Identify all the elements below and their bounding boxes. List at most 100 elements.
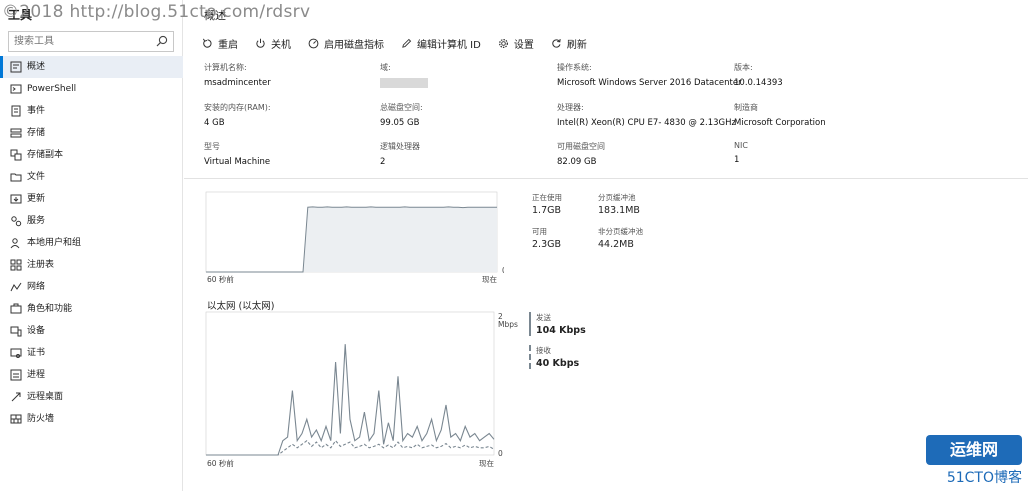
sidebar-item-storage[interactable]: 存储 — [0, 122, 183, 144]
prop-value: 10.0.14393 — [734, 78, 783, 88]
sidebar-item-devices[interactable]: 设备 — [0, 320, 183, 342]
prop-disk: 总磁盘空间: 99.05 GB — [380, 102, 423, 128]
sidebar-item-folder[interactable]: 文件 — [0, 166, 183, 188]
storage-icon — [10, 128, 22, 138]
sidebar-item-firewall[interactable]: 防火墙 — [0, 408, 183, 430]
prop-value: Microsoft Corporation — [734, 118, 826, 128]
stat-send: 发送 104 Kbps — [529, 312, 586, 336]
network-icon — [10, 282, 22, 292]
prop-value: 99.05 GB — [380, 118, 420, 128]
powershell-icon — [10, 84, 22, 94]
sidebar-item-remote-desktop[interactable]: 远程桌面 — [0, 386, 183, 408]
prop-label: 型号 — [204, 142, 220, 151]
pencil-icon — [402, 38, 412, 48]
sidebar-item-label: 防火墙 — [27, 414, 55, 424]
restart-icon — [202, 38, 212, 48]
sidebar-item-label: 更新 — [27, 194, 46, 204]
stat-value: 1.7GB — [532, 205, 561, 216]
gauge-icon — [308, 38, 319, 48]
sidebar-item-registry[interactable]: 注册表 — [0, 254, 183, 276]
registry-icon — [10, 259, 22, 271]
prop-version: 版本: 10.0.14393 — [734, 62, 783, 88]
stat-receive: 接收 40 Kbps — [529, 345, 579, 369]
sidebar-item-label: 概述 — [27, 62, 46, 72]
sidebar-item-label: PowerShell — [27, 84, 77, 94]
network-axis-unit-label: Mbps — [498, 320, 518, 329]
prop-label: 计算机名称: — [204, 63, 247, 72]
sidebar-item-label: 网络 — [27, 282, 46, 292]
prop-label: 操作系统: — [557, 63, 592, 72]
stat-paged-pool: 分页缓冲池 183.1MB — [598, 192, 640, 216]
prop-label: 安装的内存(RAM): — [204, 103, 271, 112]
search-tools-box[interactable] — [8, 31, 174, 52]
sidebar-item-events[interactable]: 事件 — [0, 100, 183, 122]
search-tools-input[interactable] — [9, 32, 149, 51]
restart-button[interactable]: 重启 — [202, 35, 238, 51]
sidebar-item-services[interactable]: 服务 — [0, 210, 183, 232]
process-icon — [10, 369, 22, 381]
update-icon — [10, 194, 22, 204]
main-content: 概述 重启 关机 启用磁盘指标 编辑计算机 ID 设置 刷新 计算机名称: ms… — [184, 0, 1028, 491]
sidebar-item-label: 文件 — [27, 172, 46, 182]
toolbar: 重启 关机 启用磁盘指标 编辑计算机 ID 设置 刷新 — [202, 35, 604, 51]
tools-sidebar: 工具 概述PowerShell事件存储存储副本文件更新服务本地用户和组注册表网络… — [0, 0, 183, 491]
sidebar-item-update[interactable]: 更新 — [0, 188, 183, 210]
sidebar-item-label: 进程 — [27, 370, 46, 380]
sidebar-item-roles[interactable]: 角色和功能 — [0, 298, 183, 320]
prop-value: msadmincenter — [204, 78, 271, 88]
restart-label: 重启 — [218, 39, 238, 51]
firewall-icon — [10, 414, 22, 424]
events-icon — [11, 105, 21, 117]
prop-value: Virtual Machine — [204, 157, 271, 167]
devices-icon — [10, 326, 22, 337]
sidebar-item-label: 事件 — [27, 106, 46, 116]
tools-nav: 概述 PowerShell 事件存储存储副本文件更新服务本地用户和组 注册表网络角色和… — [0, 56, 183, 430]
enable-disk-metrics-button[interactable]: 启用磁盘指标 — [308, 35, 384, 51]
sidebar-item-powershell[interactable]: PowerShell — [0, 78, 183, 100]
prop-ram: 安装的内存(RAM): 4 GB — [204, 102, 271, 128]
prop-logical-cpu: 逻辑处理器 2 — [380, 141, 420, 167]
sidebar-item-process[interactable]: 进程 — [0, 364, 183, 386]
prop-label: 版本: — [734, 63, 753, 72]
sidebar-item-label: 注册表 — [27, 260, 55, 270]
stat-label: 可用 — [532, 227, 547, 236]
prop-free-disk: 可用磁盘空间 82.09 GB — [557, 141, 605, 167]
memory-axis-right-label: 现在 — [482, 274, 497, 284]
watermark-logo: 运维网 51CTO博客 — [912, 435, 1022, 486]
users-icon — [10, 238, 20, 249]
sidebar-item-label: 存储副本 — [27, 150, 64, 160]
stat-value: 2.3GB — [532, 239, 561, 250]
sidebar-item-network[interactable]: 网络 — [0, 276, 183, 298]
sidebar-item-storage-replica[interactable]: 存储副本 — [0, 144, 183, 166]
stat-value: 183.1MB — [598, 205, 640, 216]
roles-icon — [10, 303, 22, 314]
prop-manufacturer: 制造商 Microsoft Corporation — [734, 102, 826, 128]
send-label: 发送 — [536, 313, 551, 322]
edit-computer-id-button[interactable]: 编辑计算机 ID — [401, 35, 481, 51]
shutdown-button[interactable]: 关机 — [255, 35, 291, 51]
send-value: 104 Kbps — [536, 325, 586, 336]
prop-label: 逻辑处理器 — [380, 142, 420, 151]
prop-value: Intel(R) Xeon(R) CPU E7- 4830 @ 2.13GHz — [557, 118, 736, 128]
sidebar-item-overview[interactable]: 概述 — [0, 56, 183, 78]
power-icon — [256, 38, 265, 48]
sidebar-item-label: 角色和功能 — [27, 304, 73, 314]
prop-label: 域: — [380, 63, 391, 72]
settings-button[interactable]: 设置 — [498, 35, 534, 51]
shutdown-label: 关机 — [271, 39, 291, 51]
sidebar-item-label: 本地用户和组 — [27, 238, 82, 248]
receive-value: 40 Kbps — [536, 358, 580, 369]
section-divider — [184, 178, 1028, 179]
refresh-icon — [552, 38, 561, 48]
refresh-label: 刷新 — [566, 39, 587, 51]
receive-label: 接收 — [536, 346, 551, 355]
sidebar-item-users[interactable]: 本地用户和组 — [0, 232, 183, 254]
sidebar-item-certificate[interactable]: 证书 — [0, 342, 183, 364]
network-chart: 2Mbps060 秒前 现在 — [205, 311, 518, 468]
prop-value — [380, 78, 428, 91]
certificate-icon — [10, 348, 22, 358]
search-icon[interactable] — [156, 35, 168, 47]
refresh-button[interactable]: 刷新 — [551, 35, 587, 51]
settings-label: 设置 — [513, 39, 534, 51]
edit-computer-id-label: 编辑计算机 ID — [417, 39, 481, 51]
